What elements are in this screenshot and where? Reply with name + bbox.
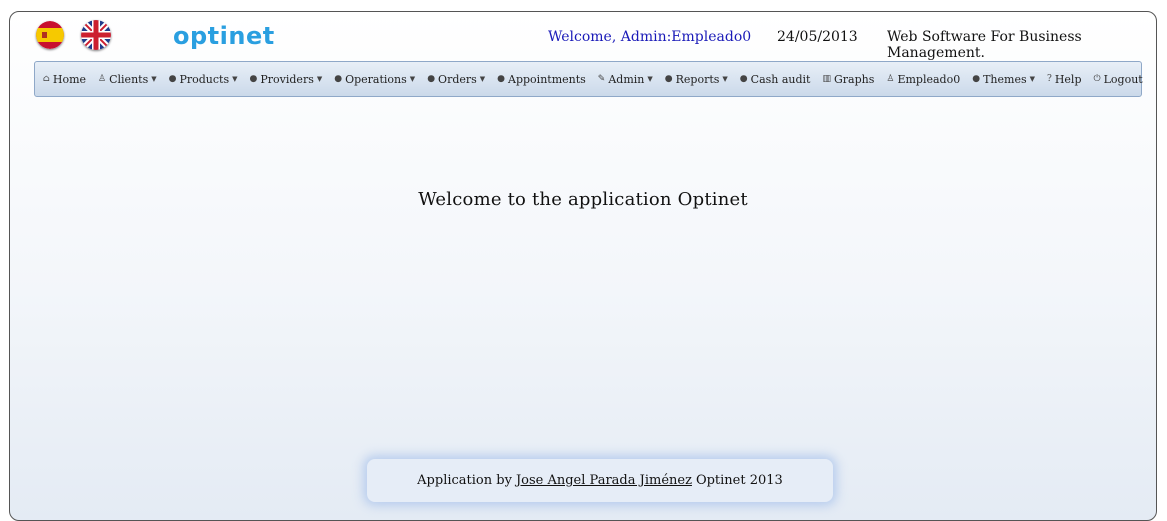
current-date: 24/05/2013 (777, 29, 858, 45)
caret-down-icon: ▼ (1029, 75, 1035, 83)
caret-down-icon: ▼ (316, 75, 323, 83)
menu-label: Products (179, 72, 230, 86)
menu-themes[interactable]: ● Themes ▼ (972, 73, 1035, 86)
menu-label: Clients (109, 72, 149, 86)
menu-reports[interactable]: ● Reports ▼ (665, 73, 728, 86)
bullet-icon: ● (334, 74, 343, 84)
menu-label: Cash audit (750, 72, 811, 86)
bullet-icon: ● (497, 74, 506, 84)
author-link[interactable]: Jose Angel Parada Jiménez (516, 473, 692, 488)
caret-down-icon: ▼ (151, 75, 157, 83)
user-icon: ♙ (886, 74, 895, 84)
bullet-icon: ● (427, 74, 436, 84)
menu-label: Empleado0 (897, 72, 961, 86)
wrench-icon: ✎ (597, 74, 606, 84)
menu-orders[interactable]: ● Orders ▼ (427, 73, 485, 86)
menu-label: Operations (345, 72, 407, 86)
menu-label: Themes (983, 72, 1027, 86)
menu-cash-audit[interactable]: ● Cash audit (740, 73, 811, 86)
menu-help[interactable]: ? Help (1047, 73, 1082, 86)
app-logo: optinet (173, 22, 275, 50)
caret-down-icon: ▼ (722, 75, 728, 83)
power-icon: ⏻ (1093, 74, 1101, 84)
bullet-icon: ● (972, 74, 981, 84)
menu-label: Orders (438, 72, 477, 86)
caret-down-icon: ▼ (479, 75, 486, 83)
home-icon: ⌂ (43, 74, 50, 84)
menu-label: Graphs (834, 72, 875, 86)
menu-label: Reports (675, 72, 720, 86)
menu-label: Home (52, 72, 87, 86)
menu-home[interactable]: ⌂ Home (43, 73, 86, 86)
spain-flag-icon[interactable] (36, 21, 64, 49)
menu-label: Admin (608, 72, 645, 86)
menu-graphs[interactable]: ▥ Graphs (822, 73, 874, 86)
menu-user-profile[interactable]: ♙ Empleado0 (886, 73, 960, 86)
menu-operations[interactable]: ● Operations ▼ (334, 73, 415, 86)
menu-label: Help (1054, 72, 1082, 86)
chart-icon: ▥ (822, 74, 831, 84)
bullet-icon: ● (249, 74, 258, 84)
menu-products[interactable]: ● Products ▼ (169, 73, 238, 86)
app-frame: optinet Welcome, Admin:Empleado0 24/05/2… (9, 11, 1157, 521)
bullet-icon: ● (739, 74, 748, 84)
menu-clients[interactable]: ♙ Clients ▼ (98, 73, 157, 86)
menu-admin[interactable]: ✎ Admin ▼ (598, 73, 653, 86)
caret-down-icon: ▼ (647, 75, 653, 83)
footer-suffix: Optinet 2013 (695, 473, 783, 488)
bullet-icon: ● (664, 74, 673, 84)
welcome-user-text: Welcome, Admin:Empleado0 (548, 29, 752, 45)
menu-label: Appointments (508, 72, 586, 86)
menu-providers[interactable]: ● Providers ▼ (250, 73, 323, 86)
footer-prefix: Application by (417, 473, 512, 488)
page-title: Welcome to the application Optinet (418, 189, 748, 210)
tagline: Web Software For Business Management. (887, 29, 1082, 61)
menu-appointments[interactable]: ● Appointments (497, 73, 586, 86)
main-menu-bar: ⌂ Home ♙ Clients ▼ ● Products ▼ ● Provid… (34, 61, 1143, 97)
caret-down-icon: ▼ (409, 75, 416, 83)
menu-label: Providers (260, 72, 314, 86)
user-icon: ♙ (98, 74, 107, 84)
uk-flag-icon[interactable] (81, 20, 111, 50)
caret-down-icon: ▼ (232, 75, 238, 83)
bullet-icon: ● (168, 74, 177, 84)
footer-credits: Application by Jose Angel Parada Jiménez… (367, 459, 833, 502)
menu-label: Logout (1103, 72, 1143, 86)
help-icon: ? (1047, 74, 1052, 84)
menu-logout[interactable]: ⏻ Logout (1094, 73, 1143, 86)
